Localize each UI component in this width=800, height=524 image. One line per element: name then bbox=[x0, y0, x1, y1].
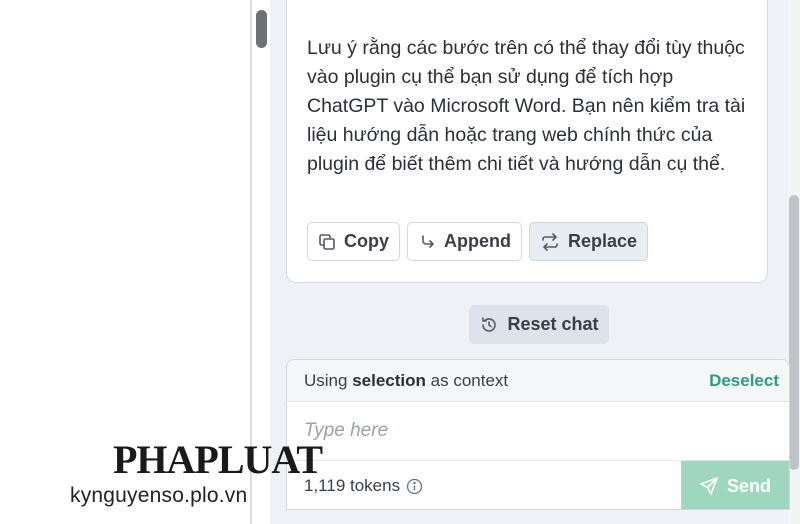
context-keyword: selection bbox=[352, 370, 426, 390]
append-button-label: Append bbox=[444, 231, 511, 251]
context-description: Using selection as context bbox=[304, 371, 508, 391]
append-arrow-icon bbox=[422, 234, 434, 248]
replace-button[interactable]: Replace bbox=[529, 222, 649, 261]
append-button[interactable]: Append bbox=[407, 222, 522, 261]
watermark-logo: PHAPLUAT bbox=[113, 437, 323, 482]
info-icon[interactable] bbox=[406, 478, 423, 495]
prompt-input[interactable] bbox=[287, 402, 789, 460]
input-footer: 1,119 tokens Send bbox=[287, 460, 789, 509]
copy-button-label: Copy bbox=[344, 231, 389, 251]
document-scrollbar-thumb[interactable] bbox=[256, 10, 267, 48]
reset-chat-label: Reset chat bbox=[507, 314, 599, 334]
copy-button[interactable]: Copy bbox=[307, 222, 400, 261]
reset-icon bbox=[482, 316, 497, 332]
send-button-label: Send bbox=[726, 475, 771, 496]
watermark-url: kynguyenso.plo.vn bbox=[70, 484, 248, 507]
assistant-message-text: Lưu ý rằng các bước trên có thể thay đổi… bbox=[307, 37, 746, 175]
send-icon bbox=[700, 477, 718, 495]
copy-icon bbox=[319, 233, 335, 250]
send-button[interactable]: Send bbox=[681, 461, 789, 509]
context-prefix: Using bbox=[304, 370, 348, 390]
replace-button-label: Replace bbox=[568, 231, 638, 251]
deselect-link[interactable]: Deselect bbox=[709, 371, 779, 391]
chat-input-box: Using selection as context Deselect 1,11… bbox=[286, 359, 790, 510]
sidebar-scrollbar-thumb[interactable] bbox=[789, 195, 799, 470]
replace-arrows-icon bbox=[542, 232, 558, 251]
context-suffix: as context bbox=[430, 370, 509, 390]
assistant-message-card: Lưu ý rằng các bước trên có thể thay đổi… bbox=[286, 0, 768, 283]
message-action-row: Copy Append Replace bbox=[307, 222, 649, 261]
context-bar: Using selection as context Deselect bbox=[287, 360, 789, 402]
reset-chat-button[interactable]: Reset chat bbox=[469, 305, 609, 344]
